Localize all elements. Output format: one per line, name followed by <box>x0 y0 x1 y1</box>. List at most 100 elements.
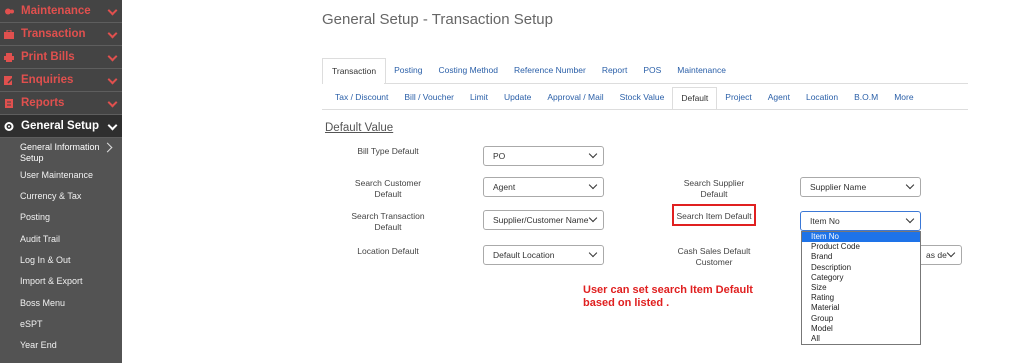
dropdown-option[interactable]: Brand <box>802 252 920 262</box>
chevron-down-icon <box>905 214 915 224</box>
dropdown-option[interactable]: Product Code <box>802 242 920 252</box>
menu-label: Enquiries <box>21 74 74 86</box>
chevron-down-icon <box>588 180 598 190</box>
cash-sales-label: Cash Sales Default Customer <box>677 246 751 267</box>
tab-reference-number[interactable]: Reference Number <box>506 58 594 84</box>
tab-stock-value[interactable]: Stock Value <box>612 87 673 109</box>
menu-print-bills[interactable]: Print Bills <box>0 46 122 69</box>
annotation-note: User can set search Item Default based o… <box>583 284 753 310</box>
search-transaction-select[interactable]: Supplier/Customer Name <box>483 210 604 230</box>
search-item-select[interactable]: Item No <box>800 211 921 231</box>
page-title: General Setup - Transaction Setup <box>322 11 553 28</box>
dropdown-option[interactable]: Group <box>802 314 920 324</box>
dropdown-option[interactable]: Material <box>802 303 920 313</box>
menu-reports[interactable]: Reports <box>0 92 122 115</box>
chevron-down-icon <box>588 248 598 258</box>
location-value: Default Location <box>493 250 555 260</box>
edit-icon <box>4 75 15 85</box>
tab-posting[interactable]: Posting <box>386 58 430 84</box>
main-tabs: Transaction Posting Costing Method Refer… <box>322 58 734 84</box>
search-item-value: Item No <box>810 216 840 226</box>
chevron-down-icon <box>588 213 598 223</box>
chevron-down-icon <box>107 5 118 16</box>
annotation-line-1: User can set search Item Default <box>583 284 753 296</box>
tab-more[interactable]: More <box>886 87 921 109</box>
menu-label: Maintenance <box>21 5 91 17</box>
sidebar-item-audit-trail[interactable]: Audit Trail <box>20 234 60 245</box>
menu-transaction[interactable]: Transaction <box>0 23 122 46</box>
tab-report[interactable]: Report <box>594 58 636 84</box>
tab-location[interactable]: Location <box>798 87 846 109</box>
sidebar: Maintenance Transaction Print Bills Enqu… <box>0 0 122 363</box>
printer-icon <box>4 52 14 62</box>
tab-agent[interactable]: Agent <box>760 87 798 109</box>
search-item-label: Search Item Default <box>676 211 752 221</box>
search-supplier-select[interactable]: Supplier Name <box>800 177 921 197</box>
cash-sales-customer-value: as de <box>926 250 947 260</box>
report-icon <box>4 98 14 108</box>
chevron-down-icon <box>107 97 118 108</box>
tab-maintenance[interactable]: Maintenance <box>669 58 734 84</box>
search-supplier-label: Search Supplier Default <box>683 178 745 199</box>
chevron-right-icon <box>102 142 113 153</box>
sidebar-item-currency-tax[interactable]: Currency & Tax <box>20 191 81 202</box>
search-supplier-value: Supplier Name <box>810 182 867 192</box>
tab-bill-voucher[interactable]: Bill / Voucher <box>396 87 462 109</box>
cog-icon <box>4 7 14 16</box>
search-customer-value: Agent <box>493 182 516 192</box>
menu-label: General Setup <box>21 120 99 132</box>
chevron-down-icon <box>107 120 118 131</box>
bill-type-value: PO <box>493 151 506 161</box>
sidebar-item-log-in-out[interactable]: Log In & Out <box>20 255 71 266</box>
dropdown-option[interactable]: All <box>802 334 920 344</box>
dropdown-option[interactable]: Category <box>802 273 920 283</box>
menu-label: Print Bills <box>21 51 75 63</box>
menu-enquiries[interactable]: Enquiries <box>0 69 122 92</box>
cart-icon <box>4 29 14 39</box>
dropdown-option[interactable]: Item No <box>802 232 920 243</box>
search-customer-select[interactable]: Agent <box>483 177 604 197</box>
menu-maintenance[interactable]: Maintenance <box>0 0 122 23</box>
sidebar-item-boss-menu[interactable]: Boss Menu <box>20 298 65 309</box>
sidebar-item-import-export[interactable]: Import & Export <box>20 276 83 287</box>
sidebar-item-year-end[interactable]: Year End <box>20 340 57 351</box>
tab-bom[interactable]: B.O.M <box>846 87 886 109</box>
tab-default[interactable]: Default <box>672 87 718 109</box>
tab-pos[interactable]: POS <box>635 58 669 84</box>
dropdown-option[interactable]: Model <box>802 324 920 334</box>
chevron-down-icon <box>588 149 598 159</box>
annotation-line-2: based on listed . <box>583 297 670 309</box>
sidebar-item-espt[interactable]: eSPT <box>20 319 43 330</box>
sub-tabs: Tax / Discount Bill / Voucher Limit Upda… <box>327 87 922 109</box>
bill-type-label: Bill Type Default <box>357 146 419 156</box>
dropdown-option[interactable]: Size <box>802 283 920 293</box>
location-label: Location Default <box>357 246 419 256</box>
tab-update[interactable]: Update <box>496 87 539 109</box>
chevron-down-icon <box>946 248 956 258</box>
dropdown-option[interactable]: Description <box>802 263 920 273</box>
tab-project[interactable]: Project <box>717 87 759 109</box>
sidebar-item-user-maintenance[interactable]: User Maintenance <box>20 170 93 181</box>
search-customer-label: Search Customer Default <box>354 178 422 199</box>
menu-label: Reports <box>21 97 65 109</box>
chevron-down-icon <box>107 51 118 62</box>
bill-type-select[interactable]: PO <box>483 146 604 166</box>
tab-tax-discount[interactable]: Tax / Discount <box>327 87 396 109</box>
sidebar-item-general-information-setup[interactable]: General Information Setup <box>20 142 104 164</box>
tab-transaction[interactable]: Transaction <box>322 58 387 84</box>
subtab-divider <box>322 109 968 110</box>
search-transaction-label: Search Transaction Default <box>351 211 425 232</box>
search-item-dropdown-list: Item No Product Code Brand Description C… <box>801 231 921 345</box>
menu-label: Transaction <box>21 28 86 40</box>
menu-general-setup[interactable]: General Setup <box>0 115 122 138</box>
tab-costing-method[interactable]: Costing Method <box>430 58 506 84</box>
section-title: Default Value <box>325 122 394 134</box>
chevron-down-icon <box>107 28 118 39</box>
tab-limit[interactable]: Limit <box>462 87 496 109</box>
dropdown-option[interactable]: Rating <box>802 293 920 303</box>
sidebar-item-posting[interactable]: Posting <box>20 212 50 223</box>
location-select[interactable]: Default Location <box>483 245 604 265</box>
gear-icon <box>4 121 14 131</box>
tab-approval-mail[interactable]: Approval / Mail <box>539 87 611 109</box>
chevron-down-icon <box>905 180 915 190</box>
